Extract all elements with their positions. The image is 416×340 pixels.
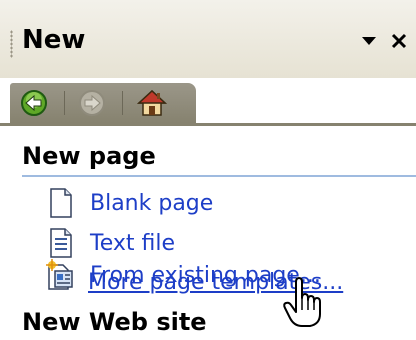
task-pane-title: New	[22, 25, 86, 55]
toolbar-separator	[122, 91, 123, 115]
blank-page-item[interactable]: Blank page	[46, 186, 213, 220]
home-button[interactable]	[132, 87, 172, 119]
close-button[interactable]	[386, 26, 412, 56]
hand-pointer-cursor-icon	[283, 277, 321, 327]
grip-handle[interactable]	[10, 30, 13, 58]
section-divider	[22, 175, 416, 177]
close-icon	[391, 33, 407, 49]
text-file-item[interactable]: Text file	[46, 226, 175, 260]
forward-arrow-icon	[79, 90, 105, 116]
task-pane-menu-button[interactable]	[356, 26, 382, 56]
blank-page-icon	[50, 188, 72, 218]
home-icon	[137, 89, 167, 116]
text-file-icon	[50, 228, 72, 258]
navigation-toolbar	[10, 83, 196, 123]
blank-page-label: Blank page	[90, 190, 214, 216]
toolbar-separator	[64, 91, 65, 115]
section-header-new-web-site: New Web site	[22, 308, 207, 336]
toolbar-divider	[0, 123, 416, 126]
dropdown-arrow-icon	[362, 37, 376, 45]
task-pane-titlebar: New	[0, 0, 416, 78]
forward-button[interactable]	[72, 87, 112, 119]
existing-page-icon	[46, 259, 73, 290]
back-button[interactable]	[14, 87, 54, 119]
section-header-new-page: New page	[22, 142, 156, 170]
new-task-pane: New New page Blank page Text file From e…	[0, 0, 416, 336]
text-file-label: Text file	[90, 230, 175, 256]
back-arrow-icon	[21, 90, 47, 116]
